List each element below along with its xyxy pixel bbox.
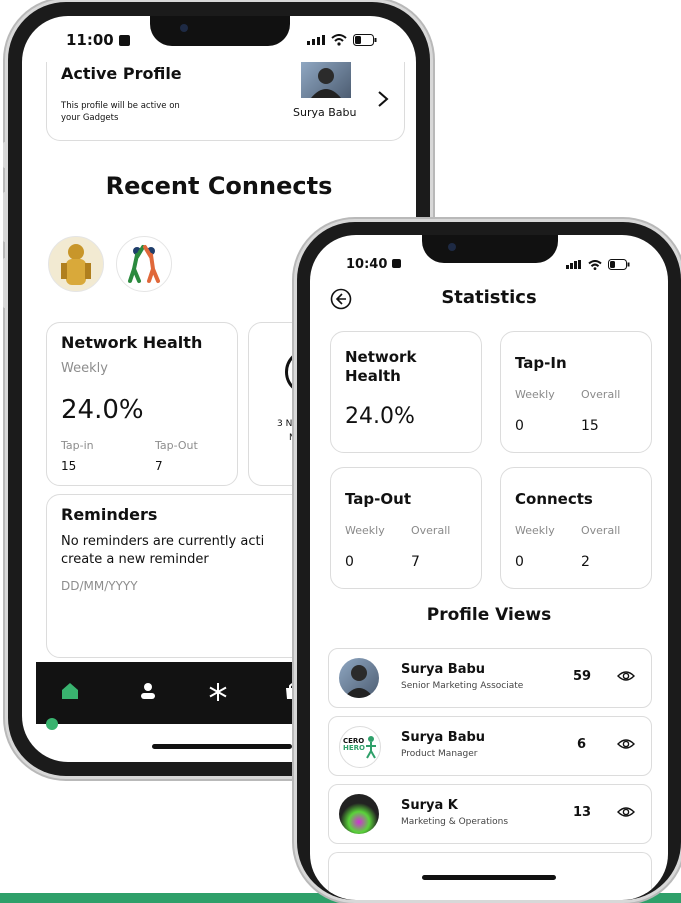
active-profile-description: This profile will be active on your Gadg…: [61, 101, 180, 123]
side-card-text-2: N: [289, 433, 296, 443]
tap-in-weekly-value: 0: [515, 418, 524, 434]
tap-in-label: Tap-in: [61, 439, 94, 452]
signal-icon: [307, 35, 325, 45]
tap-in-title: Tap-In: [515, 354, 567, 372]
network-health-period: Weekly: [61, 361, 108, 376]
status-icons: [307, 34, 377, 46]
wifi-icon: [331, 34, 347, 46]
status-icons: [566, 259, 630, 270]
tap-out-weekly-value: 0: [345, 554, 354, 570]
deity-figure-icon: [61, 244, 91, 285]
active-profile-avatar: [301, 62, 351, 98]
profile-view-role: Senior Marketing Associate: [401, 681, 524, 691]
profile-view-name: Surya K: [401, 798, 458, 813]
eye-icon[interactable]: [617, 669, 635, 683]
recent-connects-title: Recent Connects: [105, 172, 333, 200]
profile-view-count: 13: [573, 805, 592, 820]
person-icon[interactable]: [138, 682, 158, 700]
connects-weekly-value: 0: [515, 554, 524, 570]
profile-view-count: 6: [577, 737, 587, 752]
profile-view-role: Product Manager: [401, 749, 478, 759]
tap-out-overall-label: Overall: [411, 524, 451, 537]
tap-out-card[interactable]: Tap-Out Weekly Overall 0 7: [330, 467, 482, 589]
side-card-text-1: 3 N: [277, 419, 293, 429]
notch: [422, 235, 558, 263]
profile-view-row-partial[interactable]: [328, 852, 652, 893]
network-health-value: 24.0%: [61, 395, 144, 425]
profile-view-row[interactable]: Surya K Marketing & Operations 13: [328, 784, 652, 844]
tap-out-title: Tap-Out: [345, 490, 411, 508]
active-profile-card[interactable]: Active Profile This profile will be acti…: [46, 62, 405, 141]
connects-title: Connects: [515, 490, 593, 508]
figure-icon: [366, 736, 376, 759]
connects-overall-label: Overall: [581, 524, 621, 537]
profile-views-title: Profile Views: [426, 605, 552, 625]
connects-overall-value: 2: [581, 554, 590, 570]
tap-out-weekly-label: Weekly: [345, 524, 385, 537]
tap-in-value: 15: [61, 459, 77, 473]
recent-connect-avatar-1[interactable]: [48, 236, 104, 292]
eye-icon[interactable]: [617, 805, 635, 819]
reminders-title: Reminders: [61, 505, 158, 524]
volume-up-button: [3, 192, 7, 242]
signal-icon: [566, 260, 581, 269]
mute-switch: [3, 142, 7, 168]
front-phone-screen: 10:40 Statistics Network Health 24.0% Ta…: [310, 235, 668, 900]
front-phone-frame: 10:40 Statistics Network Health 24.0% Ta…: [297, 222, 681, 900]
snowflake-icon[interactable]: [208, 682, 228, 702]
connects-card[interactable]: Connects Weekly Overall 0 2: [500, 467, 652, 589]
status-time: 10:40: [346, 257, 401, 272]
tap-out-value: 7: [155, 459, 163, 473]
cero-hero-logo: CERO HERO: [343, 737, 365, 752]
tap-in-overall-label: Overall: [581, 388, 621, 401]
home-indicator: [152, 744, 292, 749]
notch: [150, 16, 290, 46]
person-photo-icon: [344, 665, 374, 698]
status-time: 11:00: [66, 31, 130, 49]
home-indicator: [422, 875, 556, 880]
tap-in-weekly-label: Weekly: [515, 388, 555, 401]
profile-view-row[interactable]: Surya Babu Senior Marketing Associate 59: [328, 648, 652, 708]
network-health-card[interactable]: Network Health 24.0%: [330, 331, 482, 453]
tap-out-label: Tap-Out: [155, 439, 198, 452]
volume-down-button: [3, 258, 7, 308]
profile-view-name: Surya Babu: [401, 662, 486, 677]
active-profile-name: Surya Babu: [293, 106, 357, 119]
avatar: [339, 658, 379, 698]
profile-view-row[interactable]: CERO HERO Surya Babu Product Manager 6: [328, 716, 652, 776]
active-profile-title: Active Profile: [61, 64, 182, 83]
network-health-title: Network Health: [61, 333, 203, 352]
tap-in-overall-value: 15: [581, 418, 599, 434]
avatar: CERO HERO: [339, 726, 381, 768]
connects-weekly-label: Weekly: [515, 524, 555, 537]
profile-view-role: Marketing & Operations: [401, 817, 509, 827]
tap-out-overall-value: 7: [411, 554, 420, 570]
battery-icon: [353, 34, 377, 46]
reminders-message: No reminders are currently acti create a…: [61, 534, 265, 567]
network-health-card[interactable]: Network Health Weekly 24.0% Tap-in 15 Ta…: [46, 322, 238, 486]
network-health-value: 24.0%: [345, 404, 415, 429]
profile-view-name: Surya Babu: [401, 730, 486, 745]
battery-icon: [608, 259, 630, 270]
chevron-right-icon[interactable]: [377, 90, 389, 108]
eye-icon[interactable]: [617, 737, 635, 751]
reminder-date-input[interactable]: DD/MM/YYYY: [61, 579, 138, 593]
home-icon[interactable]: [60, 682, 80, 700]
wifi-icon: [588, 259, 602, 270]
network-health-title: Network Health: [345, 348, 417, 385]
recent-connect-avatar-2[interactable]: [116, 236, 172, 292]
high-five-icon: [128, 245, 160, 283]
avatar: [339, 794, 379, 834]
person-photo-icon: [311, 68, 341, 98]
profile-view-count: 59: [573, 669, 592, 684]
active-tab-indicator: [46, 718, 58, 730]
page-title: Statistics: [441, 287, 537, 308]
tap-in-card[interactable]: Tap-In Weekly Overall 0 15: [500, 331, 652, 453]
